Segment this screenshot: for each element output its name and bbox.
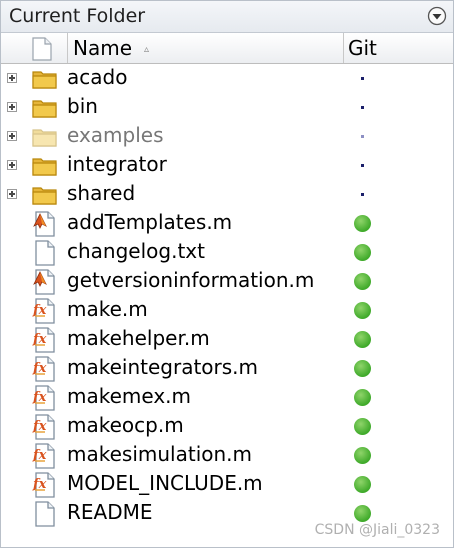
- name-column-header[interactable]: Name ▵: [68, 33, 344, 63]
- panel-menu-icon[interactable]: [427, 6, 447, 26]
- file-row[interactable]: shared: [1, 180, 453, 209]
- file-name: acado: [67, 65, 128, 89]
- file-row[interactable]: fx makemex.m: [1, 383, 453, 412]
- file-row[interactable]: fx makehelper.m: [1, 325, 453, 354]
- file-name: integrator: [67, 152, 167, 176]
- watermark: CSDN @Jiali_0323: [314, 522, 440, 538]
- git-clean-icon: [354, 447, 371, 464]
- matlab-function-icon: fx: [31, 443, 59, 469]
- expand-plus-icon[interactable]: [7, 131, 17, 141]
- panel-titlebar: Current Folder: [1, 1, 453, 33]
- git-clean-icon: [354, 360, 371, 377]
- git-clean-icon: [354, 505, 371, 522]
- folder-icon: [31, 124, 59, 150]
- matlab-function-icon: fx: [31, 327, 59, 353]
- git-column-header[interactable]: Git: [344, 33, 453, 63]
- git-folder-status-icon: [361, 106, 364, 109]
- git-clean-icon: [354, 418, 371, 435]
- file-row[interactable]: integrator: [1, 151, 453, 180]
- file-row[interactable]: fx make.m: [1, 296, 453, 325]
- git-clean-icon: [354, 302, 371, 319]
- git-folder-status-icon: [361, 164, 364, 167]
- git-clean-icon: [354, 389, 371, 406]
- git-status: [353, 122, 373, 151]
- matlab-function-icon: fx: [31, 385, 59, 411]
- expand-plus-icon[interactable]: [7, 189, 17, 199]
- text-file-icon: [31, 240, 59, 266]
- current-folder-panel: Current Folder Name ▵ Git acado bin exam…: [0, 0, 454, 548]
- file-name: examples: [67, 123, 164, 147]
- file-name: makesimulation.m: [67, 442, 253, 466]
- file-row[interactable]: changelog.txt: [1, 238, 453, 267]
- folder-icon: [31, 182, 59, 208]
- file-row[interactable]: addTemplates.m: [1, 209, 453, 238]
- file-name: addTemplates.m: [67, 210, 233, 234]
- file-name: README: [67, 500, 153, 524]
- git-clean-icon: [354, 215, 371, 232]
- matlab-function-icon: fx: [31, 414, 59, 440]
- file-name: bin: [67, 94, 98, 118]
- sort-ascending-icon: ▵: [144, 44, 150, 55]
- name-column-label: Name: [73, 36, 133, 60]
- git-folder-status-icon: [361, 77, 364, 80]
- git-clean-icon: [354, 273, 371, 290]
- expand-plus-icon[interactable]: [7, 102, 17, 112]
- file-row[interactable]: fx makesimulation.m: [1, 441, 453, 470]
- file-name: makehelper.m: [67, 326, 210, 350]
- git-status: [353, 180, 373, 209]
- git-status: [353, 209, 373, 238]
- git-folder-status-icon: [361, 135, 364, 138]
- file-row[interactable]: examples: [1, 122, 453, 151]
- file-name: changelog.txt: [67, 239, 205, 263]
- git-status: [353, 383, 373, 412]
- git-folder-status-icon: [361, 193, 364, 196]
- git-status: [353, 151, 373, 180]
- git-status: [353, 93, 373, 122]
- matlab-function-icon: fx: [31, 356, 59, 382]
- git-status: [353, 267, 373, 296]
- git-status: [353, 296, 373, 325]
- git-status: [353, 238, 373, 267]
- git-clean-icon: [354, 476, 371, 493]
- expand-plus-icon[interactable]: [7, 73, 17, 83]
- git-column-label: Git: [348, 36, 377, 60]
- git-clean-icon: [354, 331, 371, 348]
- file-row[interactable]: bin: [1, 93, 453, 122]
- git-status: [353, 325, 373, 354]
- panel-title: Current Folder: [9, 5, 146, 27]
- file-name: make.m: [67, 297, 148, 321]
- file-name: getversioninformation.m: [67, 268, 315, 292]
- git-status: [353, 354, 373, 383]
- type-column-header[interactable]: [1, 33, 68, 63]
- file-name: makeintegrators.m: [67, 355, 259, 379]
- git-status: [353, 412, 373, 441]
- file-name: MODEL_INCLUDE.m: [67, 471, 263, 495]
- file-row[interactable]: acado: [1, 64, 453, 93]
- folder-icon: [31, 95, 59, 121]
- matlab-function-icon: fx: [31, 472, 59, 498]
- matlab-script-icon: [31, 211, 59, 237]
- git-status: [353, 64, 373, 93]
- file-row[interactable]: getversioninformation.m: [1, 267, 453, 296]
- file-name: makeocp.m: [67, 413, 184, 437]
- expand-plus-icon[interactable]: [7, 160, 17, 170]
- file-name: shared: [67, 181, 136, 205]
- file-row[interactable]: fx makeintegrators.m: [1, 354, 453, 383]
- text-file-icon: [31, 501, 59, 527]
- folder-icon: [31, 66, 59, 92]
- matlab-function-icon: fx: [31, 298, 59, 324]
- folder-icon: [31, 153, 59, 179]
- file-row[interactable]: fx makeocp.m: [1, 412, 453, 441]
- git-status: [353, 470, 373, 499]
- git-status: [353, 441, 373, 470]
- file-name: makemex.m: [67, 384, 192, 408]
- file-type-column-icon: [32, 37, 52, 61]
- matlab-script-icon: [31, 269, 59, 295]
- column-header: Name ▵ Git: [1, 33, 453, 64]
- file-list: acado bin examples integrator shared add…: [1, 64, 453, 528]
- git-clean-icon: [354, 244, 371, 261]
- file-row[interactable]: fx MODEL_INCLUDE.m: [1, 470, 453, 499]
